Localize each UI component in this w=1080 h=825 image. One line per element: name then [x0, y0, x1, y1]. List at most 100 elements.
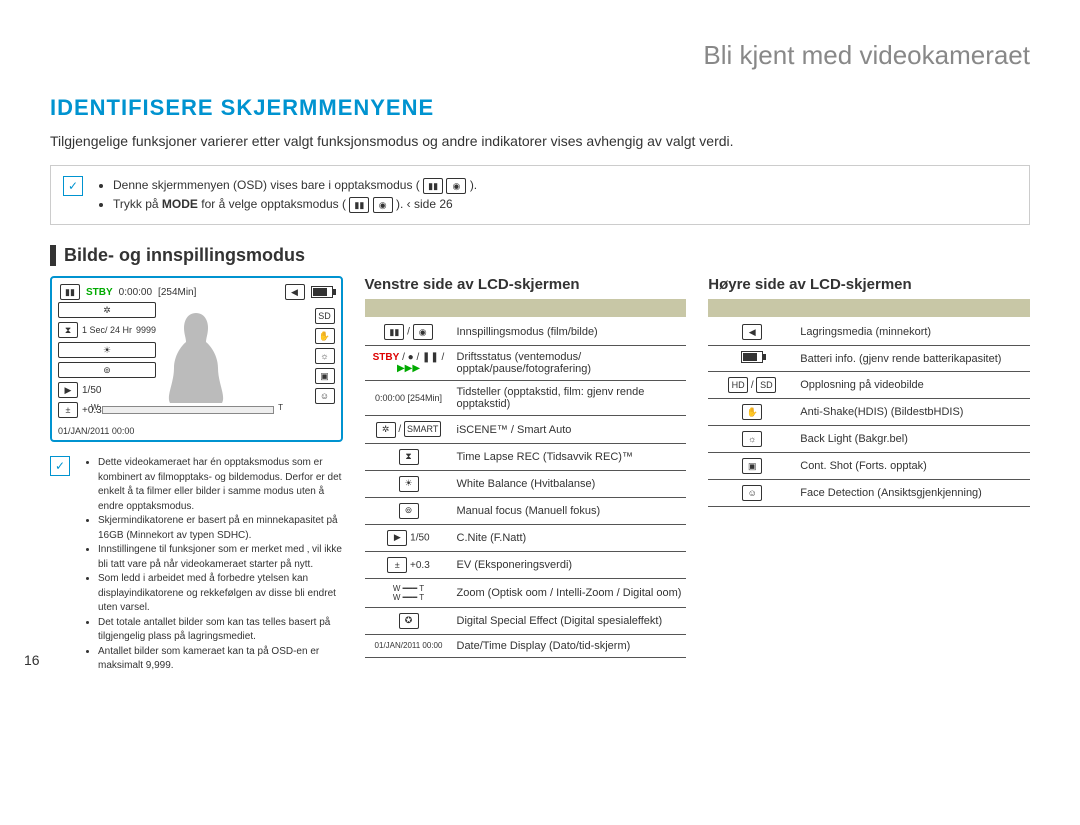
- mf-icon: ⊚: [58, 362, 156, 378]
- cell: Driftsstatus (ventemodus/ opptak/pause/f…: [453, 346, 687, 381]
- battery-icon: [741, 351, 763, 363]
- table-row: ✲ / SMARTiSCENE™ / Smart Auto: [365, 416, 687, 444]
- table-row: ⧗ Time Lapse REC (Tidsavvik REC)™: [365, 443, 687, 470]
- cell-icon: 0:00:00 [254Min]: [365, 381, 453, 416]
- table-row: ☀ White Balance (Hvitbalanse): [365, 470, 687, 497]
- wb-icon: ☀: [399, 476, 419, 492]
- cell: Tidsteller (opptakstid, film: gjenv rend…: [453, 381, 687, 416]
- film-icon: ▮▮: [349, 197, 369, 213]
- hd-icon: HD: [728, 377, 748, 393]
- legend-table-right: ◀Lagringsmedia (minnekort) Batteri info.…: [708, 319, 1030, 507]
- remaining-time: [254Min]: [158, 287, 196, 298]
- table-row: ◀Lagringsmedia (minnekort): [708, 319, 1030, 346]
- time-counter: 0:00:00: [119, 287, 152, 298]
- mode-key: MODE: [162, 197, 198, 211]
- effect-icon: ✪: [399, 613, 419, 629]
- zoom-icon: W ━━━ TW ━━━ T: [365, 578, 453, 607]
- table-row: ✪Digital Special Effect (Digital spesial…: [365, 607, 687, 634]
- film-icon: ▮▮: [423, 178, 443, 194]
- film-icon: ▮▮: [60, 284, 80, 300]
- footnote-1: Dette videokameraet har én opptaksmodus …: [98, 456, 343, 514]
- legend-header-left: [365, 299, 687, 317]
- cell: iSCENE™ / Smart Auto: [453, 416, 687, 444]
- wb-icon: ☀: [58, 342, 156, 358]
- cell: Batteri info. (gjenv rende batterikapasi…: [796, 346, 1030, 372]
- iscene-icon: ✲: [58, 302, 156, 318]
- stby-label: STBY: [86, 287, 113, 298]
- cont-shot-icon: ▣: [315, 368, 335, 384]
- cnite-icon: ▶: [58, 382, 78, 398]
- cell: White Balance (Hvitbalanse): [453, 470, 687, 497]
- table-row: 01/JAN/2011 00:00Date/Time Display (Dato…: [365, 634, 687, 657]
- lcd-preview: ▮▮ STBY 0:00:00 [254Min] ◀ ✲ ⧗ 1 Sec/ 24…: [50, 276, 343, 442]
- film-icon: ▮▮: [384, 324, 404, 340]
- photo-icon: ◉: [413, 324, 433, 340]
- page-number: 16: [24, 652, 40, 668]
- ev-icon: ±: [58, 402, 78, 418]
- footnote-6: Antallet bilder som kameraet kan ta på O…: [98, 645, 343, 674]
- face-detect-icon: ☺: [742, 485, 762, 501]
- left-table-heading: Venstre side av LCD-skjermen: [365, 276, 687, 293]
- stby-icon: STBY: [373, 352, 400, 363]
- chapter-title: Bli kjent med videokameraet: [50, 40, 1030, 71]
- table-row: ▶ 1/50C.Nite (F.Natt): [365, 524, 687, 551]
- footnote-box: ✓ Dette videokameraet har én opptaksmodu…: [50, 456, 343, 674]
- note-box: ✓ Denne skjermmenyen (OSD) vises bare i …: [50, 165, 1030, 225]
- backlight-icon: ☼: [742, 431, 762, 447]
- cell: Date/Time Display (Dato/tid-skjerm): [453, 634, 687, 657]
- table-row: Batteri info. (gjenv rende batterikapasi…: [708, 346, 1030, 372]
- footnote-5: Det totale antallet bilder som kan tas t…: [98, 616, 343, 645]
- battery-icon: [311, 286, 333, 298]
- note-icon: ✓: [63, 176, 83, 196]
- cnite-value: 1/50: [82, 385, 101, 396]
- table-row: STBY / ● / ❚❚ / ▶▶▶Driftsstatus (ventemo…: [365, 346, 687, 381]
- timelapse-text: 1 Sec/ 24 Hr: [82, 325, 132, 335]
- antishake-icon: ✋: [742, 404, 762, 420]
- note-icon: ✓: [50, 456, 70, 476]
- resolution-icon: SD: [315, 308, 335, 324]
- photo-icon: ◉: [446, 178, 466, 194]
- cell: Face Detection (Ansiktsgjenkjenning): [796, 480, 1030, 507]
- lcd-date: 01/JAN/2011 00:00: [58, 426, 134, 436]
- section-title: IDENTIFISERE SKJERMMENYENE: [50, 95, 1030, 121]
- timelapse-icon: ⧗: [399, 449, 419, 465]
- cont-shot-icon: ▣: [742, 458, 762, 474]
- subheading: Bilde- og innspillingsmodus: [50, 245, 1030, 266]
- antishake-icon: ✋: [315, 328, 335, 344]
- iscene-icon: ✲: [376, 422, 396, 438]
- note-item-2: Trykk på MODE for å velge opptaksmodus (…: [113, 195, 477, 214]
- date-icon: 01/JAN/2011 00:00: [365, 634, 453, 657]
- cell: Manual focus (Manuell fokus): [453, 497, 687, 524]
- table-row: 0:00:00 [254Min]Tidsteller (opptakstid, …: [365, 381, 687, 416]
- note-item-1: Denne skjermmenyen (OSD) vises bare i op…: [113, 176, 477, 195]
- face-detect-icon: ☺: [315, 388, 335, 404]
- table-row: HD / SDOpplosning på videobilde: [708, 372, 1030, 399]
- cell: Zoom (Optisk oom / Intelli-Zoom / Digita…: [453, 578, 687, 607]
- card-icon: ◀: [285, 284, 305, 300]
- smart-auto-icon: SMART: [404, 421, 441, 437]
- legend-header-right: [708, 299, 1030, 317]
- card-icon: ◀: [742, 324, 762, 340]
- cell: Time Lapse REC (Tidsavvik REC)™: [453, 443, 687, 470]
- table-row: ▣ Cont. Shot (Forts. opptak): [708, 453, 1030, 480]
- footnote-3: Innstillingene til funksjoner som er mer…: [98, 543, 343, 572]
- timelapse-icon: ⧗: [58, 322, 78, 338]
- subject-silhouette: [156, 308, 236, 408]
- sd-icon: SD: [756, 377, 776, 393]
- footnote-4: Som ledd i arbeidet med å forbedre ytels…: [98, 572, 343, 616]
- table-row: ✋Anti-Shake(HDIS) (BildestbHDIS): [708, 399, 1030, 426]
- cell: Back Light (Bakgr.bel): [796, 426, 1030, 453]
- table-row: ± +0.3EV (Eksponeringsverdi): [365, 551, 687, 578]
- mf-icon: ⊚: [399, 503, 419, 519]
- cnite-icon: ▶: [387, 530, 407, 546]
- table-row: W ━━━ TW ━━━ TZoom (Optisk oom / Intelli…: [365, 578, 687, 607]
- footnote-2: Skjermindikatorene er basert på en minne…: [98, 514, 343, 543]
- zoom-bar: [102, 406, 274, 414]
- legend-table-left: ▮▮ / ◉Innspillingsmodus (film/bilde) STB…: [365, 319, 687, 658]
- photo-icon: ◉: [373, 197, 393, 213]
- cell: EV (Eksponeringsverdi): [453, 551, 687, 578]
- cell: Cont. Shot (Forts. opptak): [796, 453, 1030, 480]
- table-row: ☺ Face Detection (Ansiktsgjenkjenning): [708, 480, 1030, 507]
- ev-icon: ±: [387, 557, 407, 573]
- cell: C.Nite (F.Natt): [453, 524, 687, 551]
